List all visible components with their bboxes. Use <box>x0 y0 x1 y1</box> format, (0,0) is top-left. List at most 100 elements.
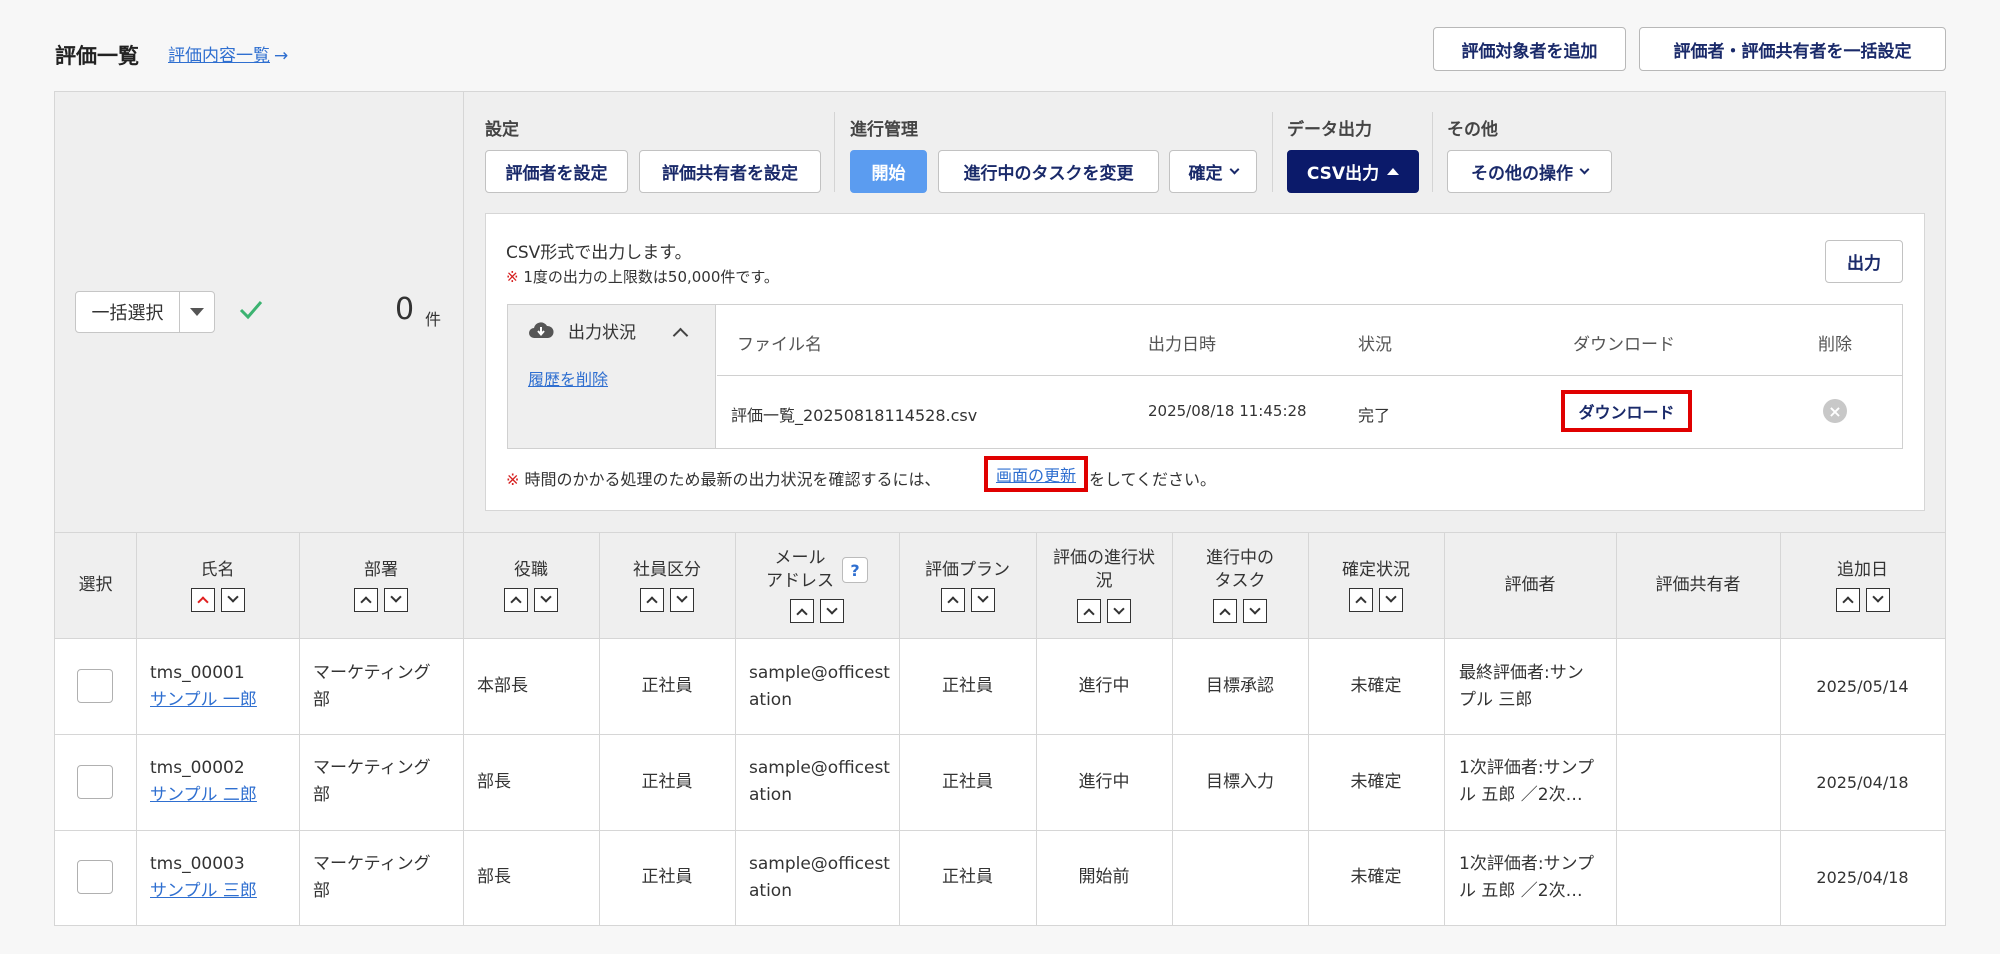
row-dept: マーケティング部 <box>313 663 431 710</box>
confirm-dropdown-button[interactable]: 確定 <box>1169 150 1257 193</box>
row-evaluator: 1次評価者:サンプル 五郎 ／2次… <box>1459 758 1595 805</box>
employee-name-link[interactable]: サンプル 二郎 <box>150 785 257 805</box>
th-sharer: 評価共有者 <box>1655 574 1741 595</box>
row-plan: 正社員 <box>942 772 993 792</box>
change-task-button[interactable]: 進行中のタスクを変更 <box>938 150 1159 193</box>
sort-desc-button[interactable] <box>1865 587 1890 612</box>
row-emp-type: 正社員 <box>641 676 693 696</box>
download-button[interactable]: ダウンロード <box>1561 390 1692 432</box>
row-evaluator: 1次評価者:サンプル 五郎 ／2次… <box>1459 854 1595 901</box>
th-progress: 評価の進行状況 <box>1036 532 1172 638</box>
sort-desc-button[interactable] <box>670 587 694 612</box>
bulk-select-dropdown[interactable]: 一括選択 <box>75 291 215 333</box>
selected-count-unit: 件 <box>425 310 442 329</box>
progress-section-label: 進行管理 <box>850 120 918 140</box>
sort-asc-button[interactable] <box>640 587 664 612</box>
row-email: sample@officest ation <box>749 758 890 805</box>
col-download: ダウンロード <box>1573 335 1675 355</box>
other-section-label: その他 <box>1447 120 1498 140</box>
caret-up-icon <box>1387 168 1400 175</box>
refresh-link[interactable]: 画面の更新 <box>984 456 1088 492</box>
row-confirm: 未確定 <box>1350 772 1402 792</box>
sort-asc-button[interactable] <box>1077 599 1101 623</box>
th-position: 役職 <box>463 532 599 638</box>
sort-asc-button[interactable] <box>354 587 378 612</box>
settings-section-label: 設定 <box>485 120 519 140</box>
export-status: 完了 <box>1358 406 1391 425</box>
check-icon[interactable] <box>238 297 264 323</box>
divider <box>55 830 1945 831</box>
output-button[interactable]: 出力 <box>1825 240 1903 283</box>
csv-description: CSV形式で出力します。 <box>506 243 692 263</box>
caret-down-icon[interactable] <box>180 292 214 332</box>
content-list-link[interactable]: 評価内容一覧 → <box>168 41 288 66</box>
employee-name-link[interactable]: サンプル 一郎 <box>150 690 257 710</box>
add-target-button[interactable]: 評価対象者を追加 <box>1433 27 1626 71</box>
other-ops-button[interactable]: その他の操作 <box>1447 150 1612 193</box>
sort-asc-button[interactable] <box>940 587 965 612</box>
col-status: 状況 <box>1358 335 1392 355</box>
th-plan: 評価プラン <box>899 532 1036 638</box>
sort-desc-button[interactable] <box>970 587 995 612</box>
th-emp-type: 社員区分 <box>599 532 735 638</box>
th-confirm-status: 確定状況 <box>1308 532 1444 638</box>
sort-asc-button[interactable] <box>1213 599 1237 623</box>
help-icon[interactable]: ? <box>842 557 868 583</box>
divider <box>55 638 1945 639</box>
sort-asc-button[interactable] <box>190 587 215 612</box>
bulk-set-evaluator-button[interactable]: 評価者・評価共有者を一括設定 <box>1639 27 1946 71</box>
sort-asc-button[interactable] <box>1835 587 1860 612</box>
csv-export-button[interactable]: CSV出力 <box>1287 150 1419 193</box>
export-file-name: 評価一覧_20250818114528.csv <box>731 406 978 425</box>
sort-desc-button[interactable] <box>384 587 408 612</box>
sort-desc-button[interactable] <box>820 599 844 623</box>
row-employee: tms_00003 サンプル 三郎 <box>150 854 257 901</box>
row-position: 部長 <box>477 772 511 792</box>
sort-desc-button[interactable] <box>1243 599 1267 623</box>
th-select: 選択 <box>78 574 113 595</box>
chevron-down-icon <box>1229 164 1239 175</box>
col-output-time: 出力日時 <box>1148 335 1216 355</box>
row-added: 2025/04/18 <box>1816 773 1909 792</box>
th-evaluator: 評価者 <box>1504 574 1556 595</box>
th-name: 氏名 <box>136 532 299 638</box>
row-checkbox[interactable] <box>77 860 113 894</box>
row-checkbox[interactable] <box>77 669 113 703</box>
sort-desc-button[interactable] <box>1107 599 1131 623</box>
row-email: sample@officest ation <box>749 854 890 901</box>
set-evaluator-button[interactable]: 評価者を設定 <box>485 150 628 193</box>
page-title: 評価一覧 <box>55 44 139 68</box>
csv-export-label: CSV出力 <box>1306 164 1380 184</box>
row-email: sample@officest ation <box>749 663 890 710</box>
other-ops-label: その他の操作 <box>1471 164 1573 184</box>
sort-asc-button[interactable] <box>504 587 528 612</box>
divider <box>1272 112 1273 192</box>
sort-desc-button[interactable] <box>534 587 558 612</box>
row-position: 本部長 <box>477 676 528 696</box>
row-added: 2025/05/14 <box>1816 677 1909 696</box>
chevron-down-icon <box>1579 164 1590 175</box>
row-emp-type: 正社員 <box>641 867 693 887</box>
set-sharer-button[interactable]: 評価共有者を設定 <box>639 150 821 193</box>
divider <box>1432 112 1433 192</box>
refresh-note: ※ 時間のかかる処理のため最新の出力状況を確認するには、 <box>506 470 941 489</box>
output-status-title: 出力状況 <box>568 323 636 343</box>
row-checkbox[interactable] <box>77 765 113 799</box>
start-button[interactable]: 開始 <box>850 150 927 193</box>
sort-asc-button[interactable] <box>790 599 814 623</box>
row-plan: 正社員 <box>942 676 993 696</box>
th-email: メール アドレス ? <box>735 532 899 638</box>
divider <box>55 734 1945 735</box>
delete-icon[interactable]: × <box>1823 399 1847 423</box>
delete-history-link[interactable]: 履歴を削除 <box>528 366 608 390</box>
col-file-name: ファイル名 <box>737 335 822 355</box>
row-employee: tms_00001 サンプル 一郎 <box>150 663 257 710</box>
row-dept: マーケティング部 <box>313 758 431 805</box>
sort-desc-button[interactable] <box>1379 587 1403 612</box>
bulk-select-label[interactable]: 一括選択 <box>76 292 180 332</box>
cloud-download-icon <box>529 322 554 338</box>
sort-asc-button[interactable] <box>1349 587 1373 612</box>
th-task: 進行中の タスク <box>1172 532 1308 638</box>
employee-name-link[interactable]: サンプル 三郎 <box>150 881 257 901</box>
sort-desc-button[interactable] <box>220 587 245 612</box>
